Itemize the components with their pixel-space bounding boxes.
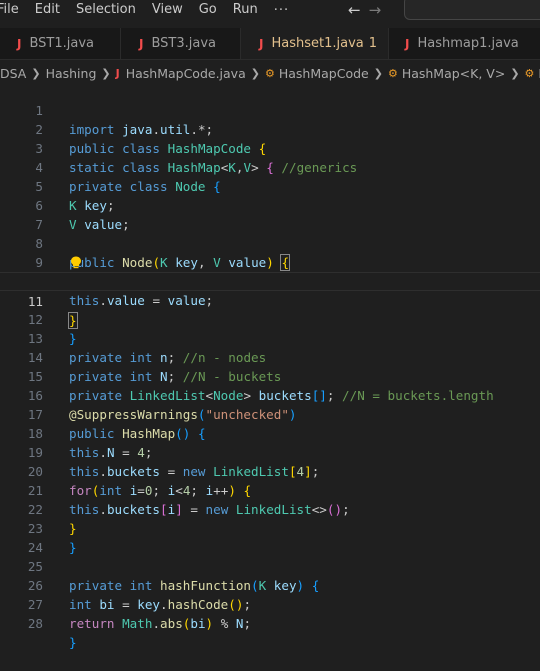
tab-hashset1[interactable]: J Hashset1.java 1 — [241, 28, 389, 59]
code-line[interactable]: 1 import java.util.*; — [0, 82, 540, 137]
menu-view[interactable]: View — [144, 0, 191, 20]
line-number: 28 — [27, 616, 43, 631]
class-symbol-icon: ⚙ — [524, 66, 535, 80]
code-line[interactable]: 14 private int N; //N - buckets — [0, 329, 540, 384]
navigation-arrows: ← → — [348, 0, 381, 20]
class-symbol-icon: ⚙ — [264, 66, 275, 80]
breadcrumb-class-hashmapcode[interactable]: ⚙ HashMapCode — [265, 66, 369, 81]
java-file-icon: J — [17, 36, 22, 51]
arrow-right-icon[interactable]: → — [369, 1, 382, 19]
arrow-left-icon[interactable]: ← — [348, 1, 361, 19]
code-line[interactable]: 7 — [0, 196, 540, 232]
java-file-icon: J — [139, 36, 144, 51]
code-line[interactable]: 12 } — [0, 291, 540, 346]
chevron-right-icon: ❯ — [510, 66, 520, 80]
lightbulb-icon[interactable] — [70, 256, 82, 269]
breadcrumb-folder-dsa[interactable]: DSA — [0, 66, 26, 81]
code-editor[interactable]: 1 import java.util.*; 2 public class Has… — [0, 82, 540, 650]
command-center-search[interactable] — [404, 0, 540, 20]
code-line[interactable]: 18 this.N = 4; — [0, 405, 540, 460]
chevron-right-icon: ❯ — [373, 66, 383, 80]
code-line[interactable]: 22 } — [0, 481, 540, 536]
code-line[interactable]: 5 K key; — [0, 158, 540, 213]
chevron-right-icon: ❯ — [250, 66, 260, 80]
code-line-current[interactable]: 11 } — [0, 272, 540, 329]
code-line[interactable]: 17 public HashMap() { — [0, 386, 540, 441]
code-line[interactable]: 27 return Math.abs(bi) % N; — [0, 576, 540, 631]
code-line[interactable]: 13 private int n; //n - nodes — [0, 310, 540, 365]
code-line[interactable]: 6 V value; — [0, 177, 540, 232]
breadcrumb: DSA ❯ Hashing ❯ J HashMapCode.java ❯ ⚙ H… — [0, 62, 540, 84]
tab-label: BST3.java — [151, 36, 216, 51]
breadcrumb-file[interactable]: J HashMapCode.java — [116, 66, 246, 81]
code-line[interactable]: 9 this.key = key; — [0, 234, 540, 289]
breadcrumb-folder-hashing[interactable]: Hashing — [46, 66, 97, 81]
code-line[interactable]: 19 this.buckets = new LinkedList[4]; — [0, 424, 540, 479]
editor-tab-bar: J BST1.java J BST3.java J Hashset1.java … — [0, 28, 540, 60]
breadcrumb-class-hashmap[interactable]: ⚙ HashMap<K, V> — [388, 66, 505, 81]
chevron-right-icon: ❯ — [101, 66, 111, 80]
menu-file[interactable]: File — [0, 0, 27, 20]
code-line[interactable]: 25 private int hashFunction(K key) { — [0, 538, 540, 593]
breadcrumb-class-label: HashMap<K, V> — [401, 65, 506, 81]
code-line[interactable]: 20 for(int i=0; i<4; i++) { — [0, 443, 540, 498]
tab-bst1[interactable]: J BST1.java — [0, 28, 121, 59]
menu-more-button[interactable]: ··· — [266, 3, 297, 18]
code-line[interactable]: 3 static class HashMap<K,V> { //generics — [0, 120, 540, 175]
java-file-icon: J — [115, 66, 120, 80]
code-line[interactable]: 23 } — [0, 500, 540, 555]
java-file-icon: J — [259, 36, 264, 51]
java-file-icon: J — [405, 36, 410, 51]
menu-run[interactable]: Run — [225, 0, 266, 20]
code-line[interactable]: 2 public class HashMapCode { — [0, 101, 540, 156]
breadcrumb-file-label: HashMapCode.java — [125, 65, 246, 81]
code-line[interactable]: 26 int bi = key.hashCode(); — [0, 557, 540, 612]
tab-bst3[interactable]: J BST3.java — [121, 28, 241, 59]
code-line[interactable]: 4 private class Node { — [0, 139, 540, 194]
code-text: return Math.abs(bi) % N; — [69, 616, 252, 631]
menu-selection[interactable]: Selection — [68, 0, 144, 20]
problem-count-badge: 1 — [368, 36, 378, 51]
code-line[interactable]: 24 — [0, 519, 540, 555]
breadcrumb-member[interactable]: ⚙ N — [525, 66, 540, 81]
code-line[interactable]: 10 this.value = value; — [0, 253, 540, 308]
menu-go[interactable]: Go — [191, 0, 225, 20]
code-line[interactable]: 16 @SuppressWarnings("unchecked") — [0, 367, 540, 422]
tab-label: BST1.java — [29, 36, 94, 51]
breadcrumb-class-label: HashMapCode — [278, 65, 369, 81]
code-text: } — [69, 635, 77, 650]
class-symbol-icon: ⚙ — [387, 66, 398, 80]
tab-label: Hashmap1.java — [417, 36, 519, 51]
code-line[interactable]: 15 private LinkedList<Node> buckets[]; /… — [0, 348, 540, 403]
code-line[interactable]: 21 this.buckets[i] = new LinkedList<>(); — [0, 462, 540, 517]
menu-edit[interactable]: Edit — [27, 0, 68, 20]
tab-label: Hashset1.java — [271, 36, 364, 51]
code-line[interactable]: 28 } — [0, 595, 540, 650]
chevron-right-icon: ❯ — [31, 66, 41, 80]
code-line[interactable]: 8 public Node(K key, V value) { — [0, 215, 540, 271]
tab-hashmap1[interactable]: J Hashmap1.java — [389, 28, 540, 59]
